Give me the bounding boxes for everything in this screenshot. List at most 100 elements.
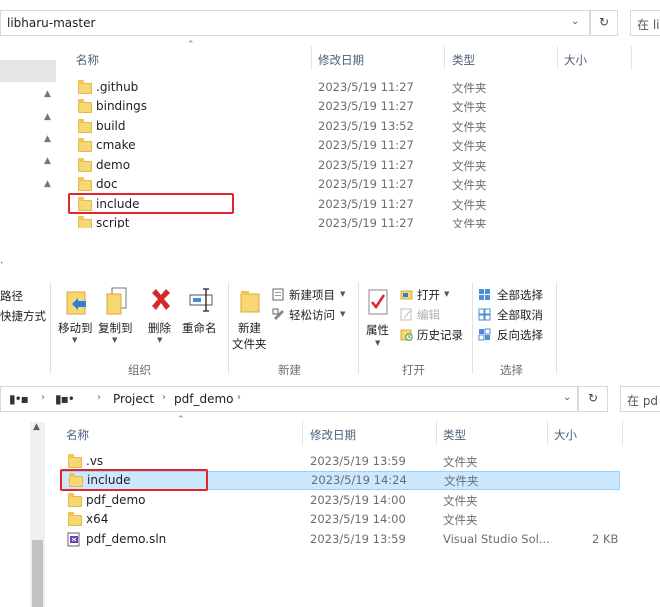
file-date: 2023/5/19 13:59 [310, 454, 406, 468]
list-item[interactable]: cmake 2023/5/19 11:27 文件夹 [70, 136, 610, 155]
properties-label: 属性 [366, 323, 389, 337]
file-type: 文件夹 [443, 455, 478, 469]
dropdown-arrow-icon: ▼ [157, 336, 163, 344]
history-button[interactable]: 历史记录 [400, 326, 470, 344]
file-type: 文件夹 [452, 178, 487, 192]
list-item[interactable]: build 2023/5/19 13:52 文件夹 [70, 117, 610, 136]
file-type: 文件夹 [452, 100, 487, 114]
history-label: 历史记录 [417, 328, 463, 342]
invert-selection-button[interactable]: 反向选择 [478, 326, 558, 344]
blurred-path-segment: ▮▪• [55, 392, 75, 406]
chevron-right-icon: › [237, 392, 241, 403]
scroll-up-icon[interactable]: ▲ [33, 422, 40, 432]
pin-icon: ▲ [44, 112, 51, 122]
blurred-path-segment: ▮•▪ [9, 392, 29, 406]
file-date: 2023/5/19 11:27 [318, 177, 414, 191]
rename-button[interactable]: 重命名 [182, 284, 222, 344]
refresh-icon: ↻ [588, 391, 599, 405]
delete-icon [152, 289, 170, 310]
column-header-size[interactable]: 大小 [564, 52, 587, 68]
chevron-down-icon[interactable]: ⌄ [563, 392, 571, 403]
column-header-date[interactable]: 修改日期 [318, 52, 364, 68]
file-date: 2023/5/19 14:00 [310, 512, 406, 526]
folder-icon [78, 177, 92, 191]
list-item[interactable]: pdf_demo 2023/5/19 14:00 文件夹 [60, 491, 620, 510]
chevron-down-icon[interactable]: ⌄ [571, 16, 579, 27]
search-box[interactable]: 在 li [630, 10, 660, 36]
column-header-name[interactable]: 名称 [66, 427, 89, 443]
invert-selection-icon [478, 328, 491, 341]
open-label: 打开 [417, 288, 440, 302]
refresh-button[interactable]: ↻ [590, 10, 618, 36]
search-box[interactable]: 在 pd [620, 386, 660, 412]
select-none-icon [478, 308, 491, 321]
highlight-box [68, 193, 234, 214]
folder-icon [78, 99, 92, 113]
file-type: 文件夹 [452, 198, 487, 212]
file-type: 文件夹 [452, 81, 487, 95]
address-bar[interactable]: ▮•▪ › ▮▪• › Project › pdf_demo › ⌄ [0, 386, 578, 412]
open-button[interactable]: 打开 ▼ [400, 286, 460, 304]
dropdown-arrow-icon: ▼ [112, 336, 118, 344]
paste-shortcut-label[interactable]: 快捷方式 [0, 308, 46, 324]
new-folder-button[interactable]: 新建 文件夹 [232, 284, 272, 354]
properties-button[interactable]: 属性 ▼ [362, 284, 396, 354]
folder-icon [78, 158, 92, 172]
screenshot-divider [0, 228, 660, 236]
nav-scrollbar[interactable]: ▲ [30, 422, 45, 607]
list-item[interactable]: script 2023/5/19 11:27 文件夹 [70, 214, 610, 228]
move-to-icon [66, 291, 86, 315]
edit-button[interactable]: 编辑 [400, 306, 460, 324]
address-bar[interactable]: libharu-master ⌄ [0, 10, 590, 36]
file-type: 文件夹 [452, 159, 487, 173]
chevron-right-icon: › [97, 392, 101, 403]
file-date: 2023/5/19 11:27 [318, 99, 414, 113]
select-none-button[interactable]: 全部取消 [478, 306, 558, 324]
copy-path-label[interactable]: 路径 [0, 288, 23, 304]
column-header-date[interactable]: 修改日期 [310, 427, 356, 443]
column-header-type[interactable]: 类型 [443, 427, 466, 443]
nav-pane-selected[interactable] [0, 60, 56, 82]
highlight-box [60, 469, 208, 491]
delete-button[interactable]: 删除 ▼ [144, 284, 178, 344]
file-name: x64 [86, 512, 109, 526]
select-all-button[interactable]: 全部选择 [478, 286, 558, 304]
scrollbar-thumb[interactable] [32, 540, 43, 607]
new-folder-label-1: 新建 [238, 321, 261, 335]
group-label-new: 新建 [278, 363, 301, 377]
breadcrumb-pdf-demo[interactable]: pdf_demo [174, 392, 234, 406]
folder-icon [78, 216, 92, 228]
easy-access-label: 轻松访问 [289, 308, 335, 322]
address-text: libharu-master [7, 16, 96, 30]
move-to-button[interactable]: 移动到 ▼ [56, 284, 96, 344]
folder-icon [68, 454, 82, 468]
file-date: 2023/5/19 14:00 [310, 493, 406, 507]
column-header-name[interactable]: 名称 [76, 52, 99, 68]
column-header-type[interactable]: 类型 [452, 52, 475, 68]
folder-icon [68, 512, 82, 526]
sort-up-icon: ⌃ [187, 40, 195, 50]
group-label-select: 选择 [500, 363, 523, 377]
list-item[interactable]: pdf_demo.sln 2023/5/19 13:59 Visual Stud… [60, 530, 620, 549]
breadcrumb-project[interactable]: Project [113, 392, 154, 406]
easy-access-button[interactable]: 轻松访问 ▼ [272, 306, 352, 324]
list-item[interactable]: doc 2023/5/19 11:27 文件夹 [70, 175, 610, 194]
file-date: 2023/5/19 11:27 [318, 216, 414, 228]
list-item[interactable]: demo 2023/5/19 11:27 文件夹 [70, 156, 610, 175]
new-item-icon [272, 288, 284, 301]
refresh-button[interactable]: ↻ [578, 386, 608, 412]
copy-to-button[interactable]: 复制到 ▼ [96, 284, 136, 344]
column-header-size[interactable]: 大小 [554, 427, 577, 443]
list-item[interactable]: .github 2023/5/19 11:27 文件夹 [70, 78, 610, 97]
file-name: .github [96, 80, 139, 94]
pin-icon: ▲ [44, 179, 51, 189]
list-item[interactable]: bindings 2023/5/19 11:27 文件夹 [70, 97, 610, 116]
dropdown-arrow-icon: ▼ [340, 310, 346, 318]
file-type: Visual Studio Sol... [443, 532, 550, 546]
file-date: 2023/5/19 13:52 [318, 119, 414, 133]
new-item-button[interactable]: 新建项目 ▼ [272, 286, 352, 304]
copy-to-icon [106, 287, 127, 315]
folder-icon [78, 80, 92, 94]
history-icon [400, 329, 413, 341]
list-item[interactable]: x64 2023/5/19 14:00 文件夹 [60, 510, 620, 529]
